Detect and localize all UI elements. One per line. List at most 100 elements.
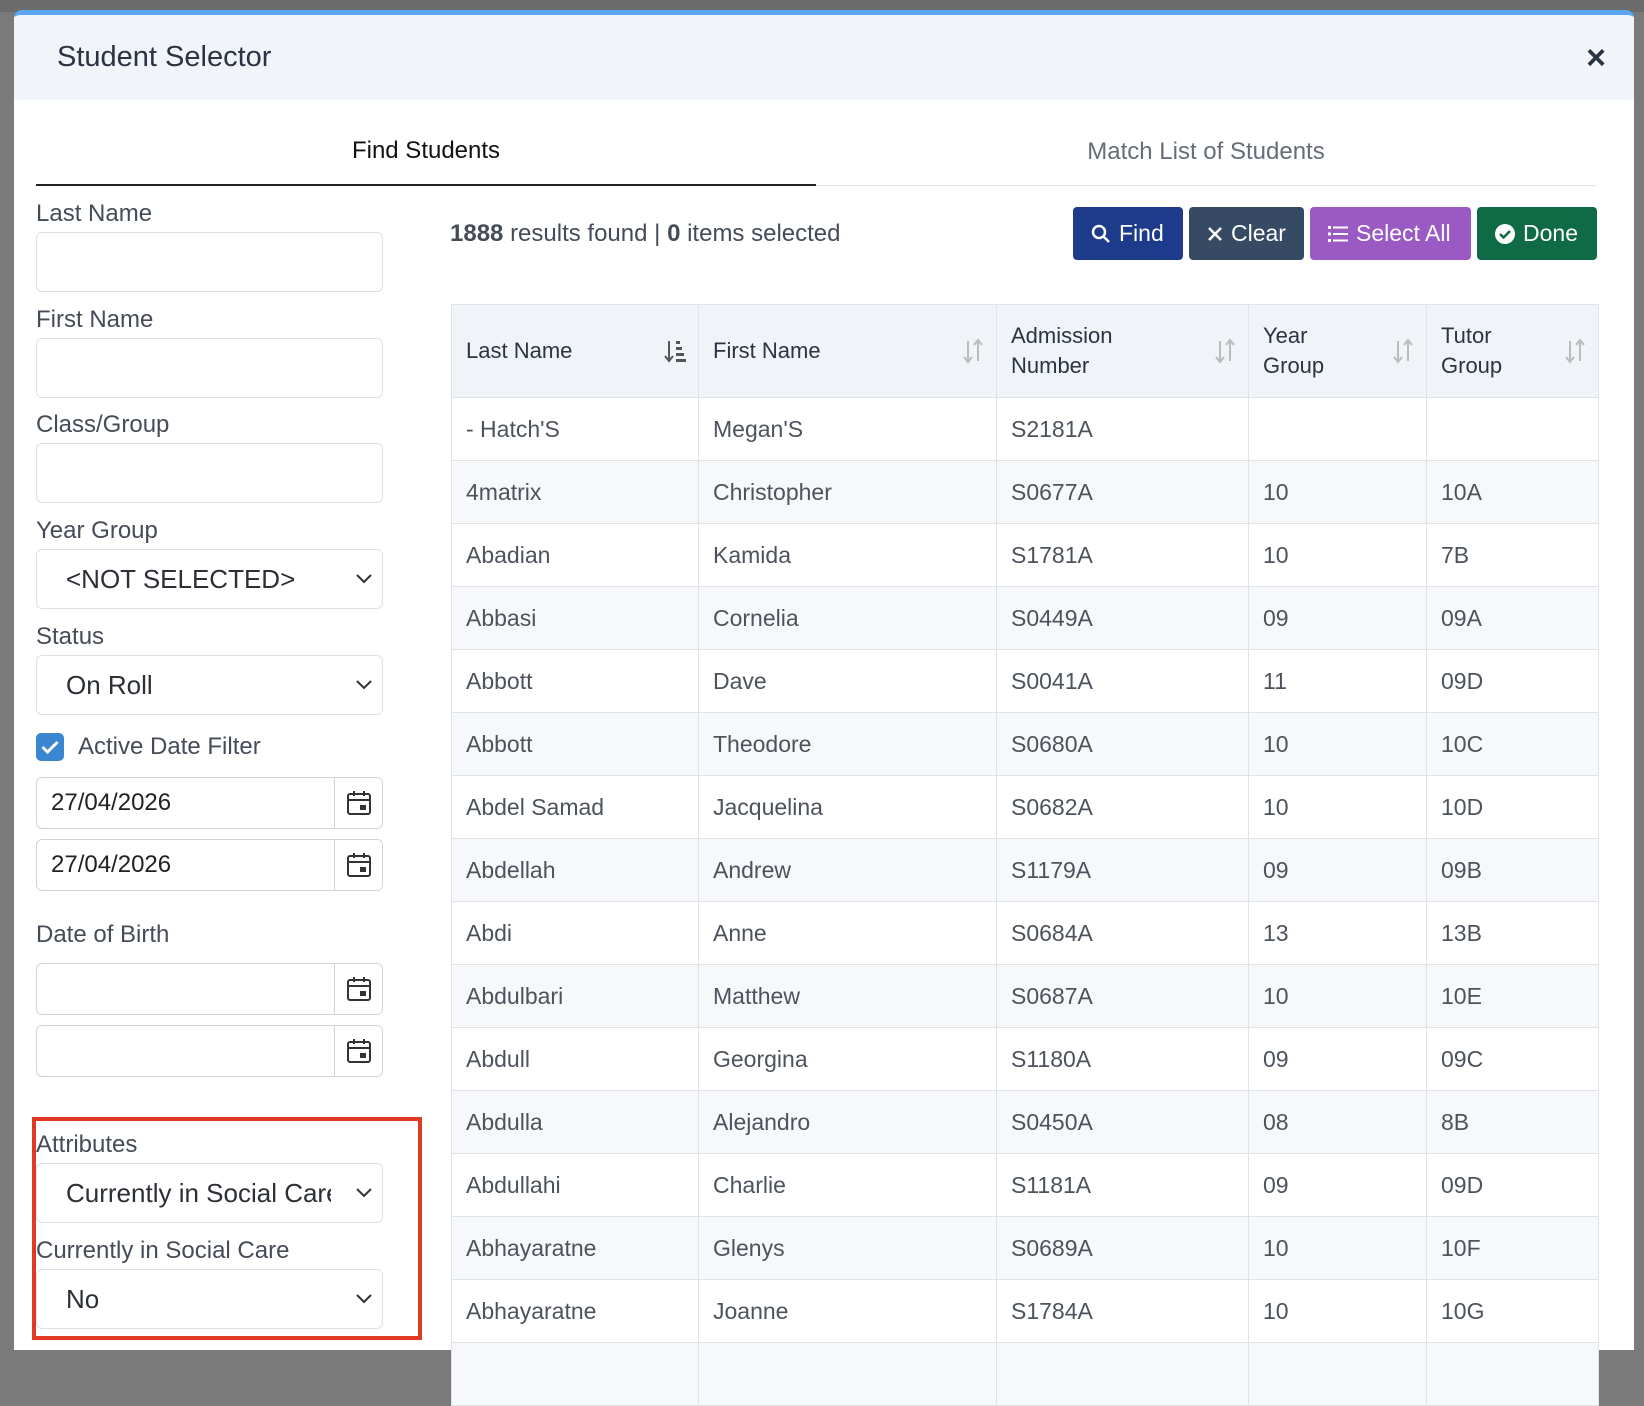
last-name-cell: Abdull bbox=[451, 1027, 699, 1091]
first-name-input[interactable] bbox=[36, 338, 383, 398]
year-group-cell bbox=[1248, 1342, 1427, 1406]
calendar-icon[interactable] bbox=[334, 840, 382, 890]
last-name-cell: Abbasi bbox=[451, 586, 699, 650]
close-icon[interactable]: × bbox=[1578, 40, 1614, 76]
year-group-cell: 08 bbox=[1248, 1090, 1427, 1154]
active-date-to-field: 27/04/2026 bbox=[36, 839, 383, 891]
sort-icon[interactable] bbox=[1214, 338, 1236, 364]
table-row[interactable]: Abdull Georgina S1180A 09 09C bbox=[451, 1027, 1599, 1091]
table-row[interactable]: Abdi Anne S0684A 13 13B bbox=[451, 901, 1599, 965]
active-date-to-input[interactable]: 27/04/2026 bbox=[37, 840, 334, 890]
dialog-title: Student Selector bbox=[57, 41, 272, 73]
first-name-label: First Name bbox=[36, 306, 154, 333]
year-group-select[interactable]: <NOT SELECTED> bbox=[36, 549, 383, 609]
admission-number-cell: S0682A bbox=[996, 775, 1249, 839]
tutor-group-cell: 10D bbox=[1426, 775, 1599, 839]
results-table-container: Last Name First Name Admission Number Ye… bbox=[451, 304, 1599, 1406]
sort-icon[interactable] bbox=[1564, 338, 1586, 364]
column-header-admission-number[interactable]: Admission Number bbox=[996, 304, 1249, 398]
table-row[interactable]: Abdullahi Charlie S1181A 09 09D bbox=[451, 1153, 1599, 1217]
table-row[interactable]: Abdel Samad Jacquelina S0682A 10 10D bbox=[451, 775, 1599, 839]
status-select[interactable]: On Roll bbox=[36, 655, 383, 715]
active-date-from-field: 27/04/2026 bbox=[36, 777, 383, 829]
tutor-group-cell: 09C bbox=[1426, 1027, 1599, 1091]
done-button-label: Done bbox=[1523, 220, 1578, 246]
admission-number-cell: S0684A bbox=[996, 901, 1249, 965]
table-row[interactable]: Abadian Kamida S1781A 10 7B bbox=[451, 523, 1599, 587]
dob-to-input[interactable] bbox=[37, 1026, 334, 1076]
active-date-from-input[interactable]: 27/04/2026 bbox=[37, 778, 334, 828]
table-body: - Hatch'S Megan'S S2181A 4matrix Christopher… bbox=[451, 397, 1599, 1406]
header-line1: Year bbox=[1263, 323, 1308, 348]
admission-number-cell: S0449A bbox=[996, 586, 1249, 650]
last-name-input[interactable] bbox=[36, 232, 383, 292]
results-summary: 1888 results found | 0 items selected bbox=[450, 220, 841, 248]
check-circle-icon bbox=[1495, 223, 1515, 244]
first-name-cell: Georgina bbox=[698, 1027, 997, 1091]
tab-match-list[interactable]: Match List of Students bbox=[816, 118, 1596, 185]
year-group-value: <NOT SELECTED> bbox=[66, 563, 296, 594]
selected-count: 0 bbox=[667, 220, 681, 247]
admission-number-cell: S0041A bbox=[996, 649, 1249, 713]
class-group-input[interactable] bbox=[36, 443, 383, 503]
clear-button[interactable]: Clear bbox=[1189, 207, 1304, 260]
column-header-year-group[interactable]: Year Group bbox=[1248, 304, 1427, 398]
first-name-cell: Jacquelina bbox=[698, 775, 997, 839]
first-name-cell: Andrew bbox=[698, 838, 997, 902]
calendar-icon[interactable] bbox=[334, 1026, 382, 1076]
year-group-cell bbox=[1248, 397, 1427, 461]
admission-number-cell: S1179A bbox=[996, 838, 1249, 902]
status-value: On Roll bbox=[66, 669, 153, 700]
tutor-group-cell: 8B bbox=[1426, 1090, 1599, 1154]
list-icon bbox=[1328, 225, 1348, 242]
table-row[interactable]: Abdulbari Matthew S0687A 10 10E bbox=[451, 964, 1599, 1028]
sort-icon[interactable] bbox=[962, 338, 984, 364]
table-row[interactable]: Abdulla Alejandro S0450A 08 8B bbox=[451, 1090, 1599, 1154]
tab-find-students[interactable]: Find Students bbox=[36, 118, 816, 186]
chevron-down-icon bbox=[356, 680, 372, 690]
table-row[interactable] bbox=[451, 1342, 1599, 1406]
active-date-filter-row: Active Date Filter bbox=[36, 727, 386, 767]
active-date-checkbox[interactable] bbox=[36, 733, 64, 761]
column-header-last-name[interactable]: Last Name bbox=[451, 304, 699, 398]
select-all-button[interactable]: Select All bbox=[1310, 207, 1471, 260]
admission-number-cell: S1781A bbox=[996, 523, 1249, 587]
sort-icon[interactable] bbox=[1392, 338, 1414, 364]
calendar-icon[interactable] bbox=[334, 964, 382, 1014]
table-header-row: Last Name First Name Admission Number Ye… bbox=[451, 304, 1599, 398]
last-name-cell: Abdulbari bbox=[451, 964, 699, 1028]
selected-count-text: items selected bbox=[687, 220, 841, 247]
table-row[interactable]: Abhayaratne Joanne S1784A 10 10G bbox=[451, 1279, 1599, 1343]
admission-number-cell: S0689A bbox=[996, 1216, 1249, 1280]
first-name-cell: Christopher bbox=[698, 460, 997, 524]
select-all-button-label: Select All bbox=[1356, 220, 1451, 246]
table-row[interactable]: Abdellah Andrew S1179A 09 09B bbox=[451, 838, 1599, 902]
table-row[interactable]: 4matrix Christopher S0677A 10 10A bbox=[451, 460, 1599, 524]
year-group-cell: 09 bbox=[1248, 1027, 1427, 1091]
tutor-group-cell: 13B bbox=[1426, 901, 1599, 965]
tutor-group-cell bbox=[1426, 1342, 1599, 1406]
column-header-first-name[interactable]: First Name bbox=[698, 304, 997, 398]
admission-number-cell: S2181A bbox=[996, 397, 1249, 461]
tutor-group-cell: 09D bbox=[1426, 1153, 1599, 1217]
table-row[interactable]: Abbasi Cornelia S0449A 09 09A bbox=[451, 586, 1599, 650]
sort-ascending-icon[interactable] bbox=[664, 338, 686, 364]
year-group-cell: 11 bbox=[1248, 649, 1427, 713]
table-row[interactable]: - Hatch'S Megan'S S2181A bbox=[451, 397, 1599, 461]
search-icon bbox=[1091, 224, 1110, 243]
dob-from-input[interactable] bbox=[37, 964, 334, 1014]
tutor-group-cell: 7B bbox=[1426, 523, 1599, 587]
table-row[interactable]: Abbott Dave S0041A 11 09D bbox=[451, 649, 1599, 713]
results-separator: | bbox=[654, 220, 661, 247]
calendar-icon[interactable] bbox=[334, 778, 382, 828]
admission-number-cell: S0680A bbox=[996, 712, 1249, 776]
done-button[interactable]: Done bbox=[1477, 207, 1597, 260]
header-line2: Last Name bbox=[466, 338, 573, 363]
find-button[interactable]: Find bbox=[1073, 207, 1183, 260]
year-group-cell: 10 bbox=[1248, 460, 1427, 524]
admission-number-cell: S1784A bbox=[996, 1279, 1249, 1343]
first-name-cell bbox=[698, 1342, 997, 1406]
table-row[interactable]: Abhayaratne Glenys S0689A 10 10F bbox=[451, 1216, 1599, 1280]
table-row[interactable]: Abbott Theodore S0680A 10 10C bbox=[451, 712, 1599, 776]
column-header-tutor-group[interactable]: Tutor Group bbox=[1426, 304, 1599, 398]
